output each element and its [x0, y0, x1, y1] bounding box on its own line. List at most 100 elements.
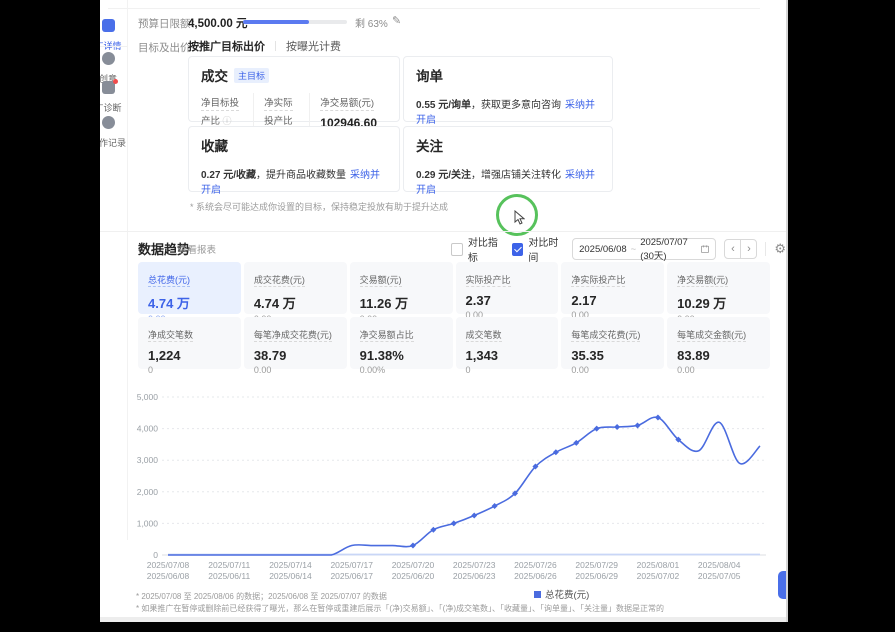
- metric-value: 10.29 万: [677, 293, 760, 312]
- info-icon[interactable]: ⓘ: [220, 116, 232, 126]
- metric-label: 成交笔数: [466, 330, 502, 342]
- mouse-cursor-icon: [514, 210, 525, 225]
- metric-card[interactable]: 每笔成交金额(元) 83.89 0.00: [667, 317, 770, 369]
- svg-text:5,000: 5,000: [137, 392, 159, 402]
- metric-card[interactable]: 交易额(元) 11.26 万 0.00: [350, 262, 453, 314]
- svg-text:2025/06/26: 2025/06/26: [514, 571, 557, 581]
- metric-card-grid: 总花费(元) 4.74 万 0.00 成交花费(元) 4.74 万 0.00 交…: [138, 262, 770, 369]
- price-text: 0.55 元/询单: [416, 100, 471, 111]
- metric-compare-value: 0: [466, 365, 549, 375]
- tab-bid-by-exposure[interactable]: 按曝光计费: [286, 41, 341, 53]
- svg-text:2025/06/14: 2025/06/14: [269, 571, 312, 581]
- stat-label: 净交易额(元): [320, 98, 374, 111]
- svg-text:4,000: 4,000: [137, 424, 159, 434]
- svg-text:0: 0: [153, 550, 158, 560]
- metric-value: 4.74 万: [148, 293, 231, 312]
- history-icon: [102, 116, 115, 129]
- goal-card-follow: 关注 0.29 元/关注，增强店铺关注转化采纳并开启: [403, 126, 613, 192]
- metric-label: 交易额(元): [360, 275, 402, 287]
- metric-card[interactable]: 实际投产比 2.37 0.00: [456, 262, 559, 314]
- compare-time-label: 对比时间: [528, 234, 564, 264]
- metric-value: 2.37: [466, 293, 549, 308]
- svg-text:2,000: 2,000: [137, 487, 159, 497]
- svg-text:2025/07/08: 2025/07/08: [147, 560, 190, 570]
- screen: 广详情 创意 广诊断 操作记录 预算日限额： 4,500.00 元 剩 63% …: [0, 0, 895, 632]
- metric-card[interactable]: 净交易额占比 91.38% 0.00%: [350, 317, 453, 369]
- metric-card[interactable]: 总花费(元) 4.74 万 0.00: [138, 262, 241, 314]
- settings-gear-icon[interactable]: ⚙: [774, 241, 786, 257]
- metric-value: 35.35: [571, 348, 654, 363]
- metric-label: 实际投产比: [466, 275, 511, 287]
- compare-time-checkbox[interactable]: [512, 243, 524, 256]
- metric-label: 净实际投产比: [571, 275, 625, 287]
- goal-card-title: 成交: [201, 65, 228, 85]
- metric-card[interactable]: 成交笔数 1,343 0: [456, 317, 559, 369]
- trend-chart: 01,0002,0003,0004,0005,0002025/07/082025…: [136, 383, 772, 581]
- side-panel-toggle[interactable]: [778, 571, 786, 599]
- sidebar-item-promo-detail[interactable]: 广详情: [100, 19, 128, 52]
- svg-text:2025/07/17: 2025/07/17: [330, 560, 373, 570]
- metric-label: 成交花费(元): [254, 275, 305, 287]
- metric-label: 净成交笔数: [148, 330, 193, 342]
- price-text: 0.27 元/收藏: [201, 170, 256, 181]
- svg-text:2025/07/11: 2025/07/11: [208, 560, 250, 570]
- tab-bid-by-goal[interactable]: 按推广目标出价: [188, 41, 265, 53]
- metric-value: 11.26 万: [360, 293, 443, 312]
- next-period-button[interactable]: ›: [740, 239, 757, 259]
- trend-chart-area: 01,0002,0003,0004,0005,0002025/07/082025…: [136, 383, 772, 601]
- sidebar-item-label: 广诊断: [100, 101, 128, 114]
- desc-text: ，获取更多意向咨询: [471, 100, 561, 111]
- svg-text:2025/08/01: 2025/08/01: [637, 560, 680, 570]
- sidebar-item-diagnosis[interactable]: 广诊断: [100, 81, 128, 114]
- metric-card[interactable]: 每笔净成交花费(元) 38.79 0.00: [244, 317, 347, 369]
- compare-metric-checkbox[interactable]: [451, 243, 463, 256]
- metric-compare-value: 0: [148, 365, 231, 375]
- svg-text:1,000: 1,000: [137, 518, 159, 528]
- metric-card[interactable]: 净成交笔数 1,224 0: [138, 317, 241, 369]
- date-range-picker[interactable]: 2025/06/08 ~ 2025/07/07 (30天): [572, 238, 716, 260]
- metric-value: 2.17: [571, 293, 654, 308]
- goal-card-favorite: 收藏 0.27 元/收藏，提升商品收藏数量采纳并开启: [188, 126, 400, 192]
- svg-text:2025/07/02: 2025/07/02: [637, 571, 680, 581]
- goal-card-title: 询单: [416, 65, 443, 85]
- date-nav-buttons: ‹ ›: [724, 239, 757, 259]
- metric-label: 每笔净成交花费(元): [254, 330, 332, 342]
- legend-item-total-spend[interactable]: 总花费(元): [534, 587, 772, 601]
- metric-value: 4.74 万: [254, 293, 337, 312]
- edit-budget-icon[interactable]: ✎: [392, 14, 401, 27]
- creative-icon: [102, 52, 115, 65]
- svg-text:2025/07/20: 2025/07/20: [392, 560, 435, 570]
- metric-compare-value: 0.00: [571, 365, 654, 375]
- metric-label: 总花费(元): [148, 275, 190, 287]
- metric-label: 净交易额(元): [677, 275, 728, 287]
- view-report-link[interactable]: 查看报表: [178, 242, 216, 256]
- calendar-icon: [701, 244, 709, 254]
- sidebar-divider: [100, 46, 127, 47]
- svg-text:2025/07/23: 2025/07/23: [453, 560, 496, 570]
- diagnosis-icon: [102, 81, 115, 94]
- metric-card[interactable]: 成交花费(元) 4.74 万 0.00: [244, 262, 347, 314]
- budget-amount: 4,500.00 元: [188, 15, 247, 31]
- metric-value: 38.79: [254, 348, 337, 363]
- svg-text:2025/07/14: 2025/07/14: [269, 560, 312, 570]
- stat-label: 净实际投产比: [264, 98, 293, 129]
- metric-card[interactable]: 净实际投产比 2.17 0.00: [561, 262, 664, 314]
- svg-text:2025/06/20: 2025/06/20: [392, 571, 435, 581]
- budget-progress-bar: [243, 20, 347, 24]
- svg-text:2025/06/17: 2025/06/17: [330, 571, 373, 581]
- prev-period-button[interactable]: ‹: [724, 239, 741, 259]
- svg-text:2025/08/04: 2025/08/04: [698, 560, 741, 570]
- svg-text:2025/06/23: 2025/06/23: [453, 571, 496, 581]
- metric-card[interactable]: 每笔成交花费(元) 35.35 0.00: [561, 317, 664, 369]
- sidebar-item-history[interactable]: 操作记录: [100, 116, 128, 149]
- budget-remaining: 剩 63%: [355, 15, 388, 30]
- metric-card[interactable]: 净交易额(元) 10.29 万 0.00: [667, 262, 770, 314]
- goal-card-title: 收藏: [201, 135, 228, 155]
- sidebar-item-label: 操作记录: [100, 136, 128, 149]
- metric-label: 每笔成交金额(元): [677, 330, 746, 342]
- app-window: 广详情 创意 广诊断 操作记录 预算日限额： 4,500.00 元 剩 63% …: [100, 0, 788, 622]
- goal-card-desc: 0.55 元/询单，获取更多意向咨询采纳并开启: [416, 96, 600, 126]
- svg-text:2025/06/29: 2025/06/29: [575, 571, 618, 581]
- promo-detail-icon: [102, 19, 115, 32]
- chart-footnote-2: * 如果推广在暂停或删除前已经获得了曝光，那么在暂停或重建后展示「(净)交易额」…: [136, 603, 664, 614]
